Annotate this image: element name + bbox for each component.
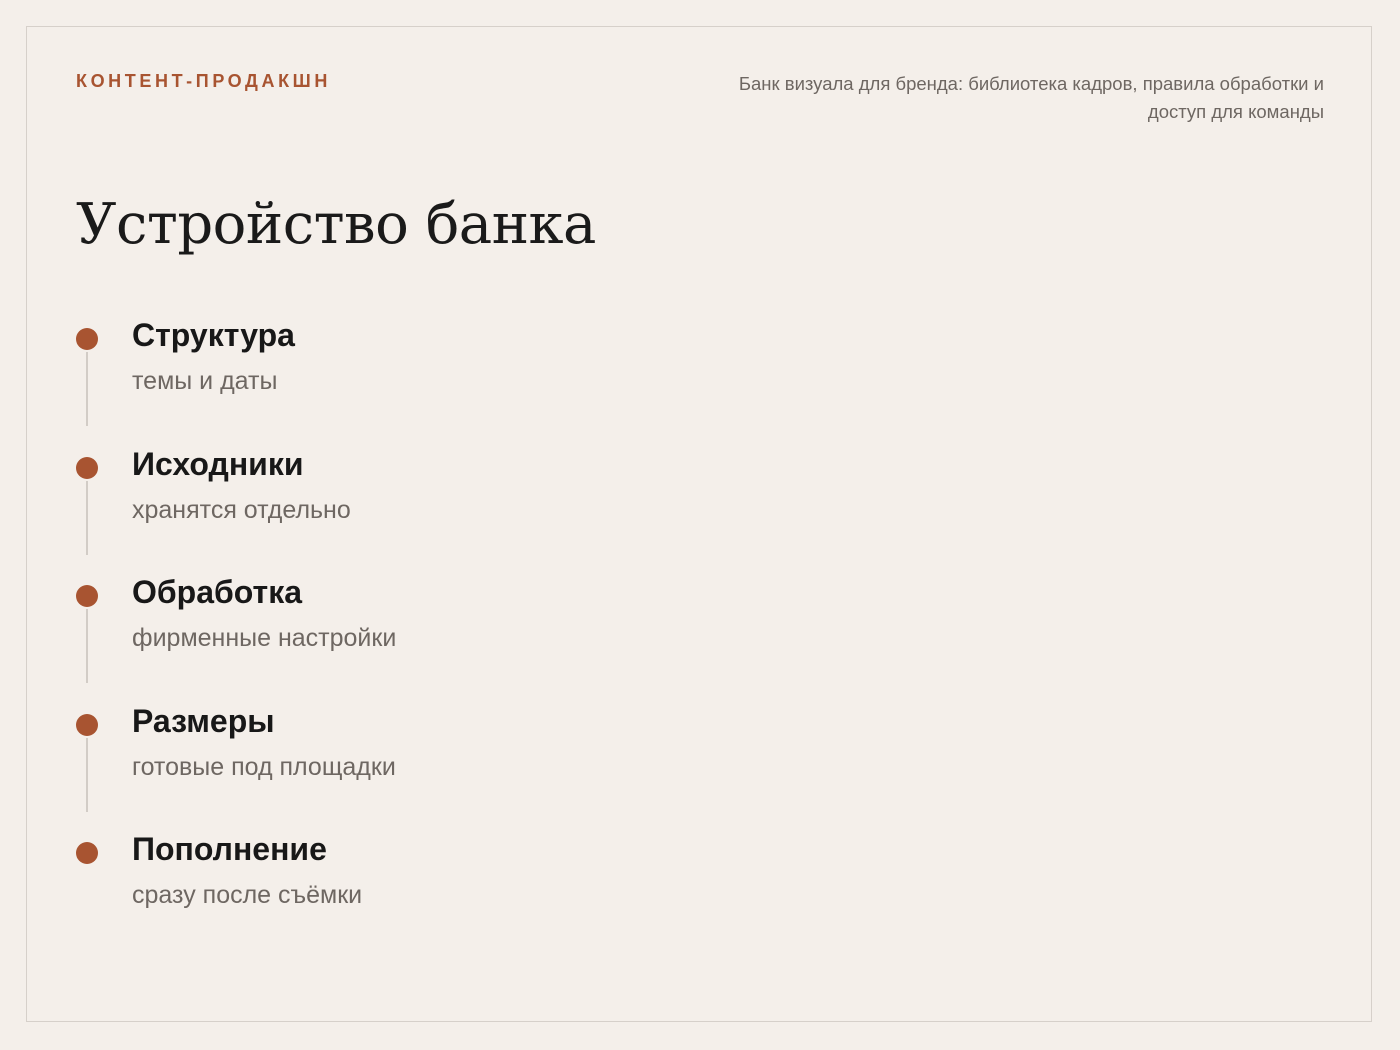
bullet-dot-icon bbox=[76, 456, 98, 479]
step-description: темы и даты bbox=[132, 367, 278, 395]
page-subtitle: Банк визуала для бренда: библиотека кадр… bbox=[738, 73, 1324, 122]
bullet-dot-icon bbox=[76, 328, 98, 350]
bullet-dot-icon bbox=[76, 842, 98, 864]
timeline-connector bbox=[86, 352, 88, 426]
page-title: Устройство банка bbox=[76, 192, 596, 257]
step-description: фирменные настройки bbox=[132, 624, 397, 652]
step-description: готовые под площадки bbox=[132, 752, 396, 781]
step-title: Размеры bbox=[132, 702, 275, 739]
step-title: Пополнение bbox=[132, 831, 327, 867]
timeline-connector bbox=[86, 737, 88, 812]
step-title: Исходники bbox=[132, 445, 304, 482]
bullet-dot-icon bbox=[76, 585, 98, 607]
section-eyebrow: КОНТЕНТ-ПРОДАКШН bbox=[76, 71, 331, 91]
timeline-connector bbox=[86, 480, 88, 555]
step-description: сразу после съёмки bbox=[132, 881, 363, 909]
step-title: Структура bbox=[132, 317, 295, 353]
step-description: хранятся отдельно bbox=[132, 495, 351, 524]
step-title: Обработка bbox=[132, 574, 302, 610]
timeline-connector bbox=[86, 609, 88, 683]
bullet-dot-icon bbox=[76, 713, 98, 736]
